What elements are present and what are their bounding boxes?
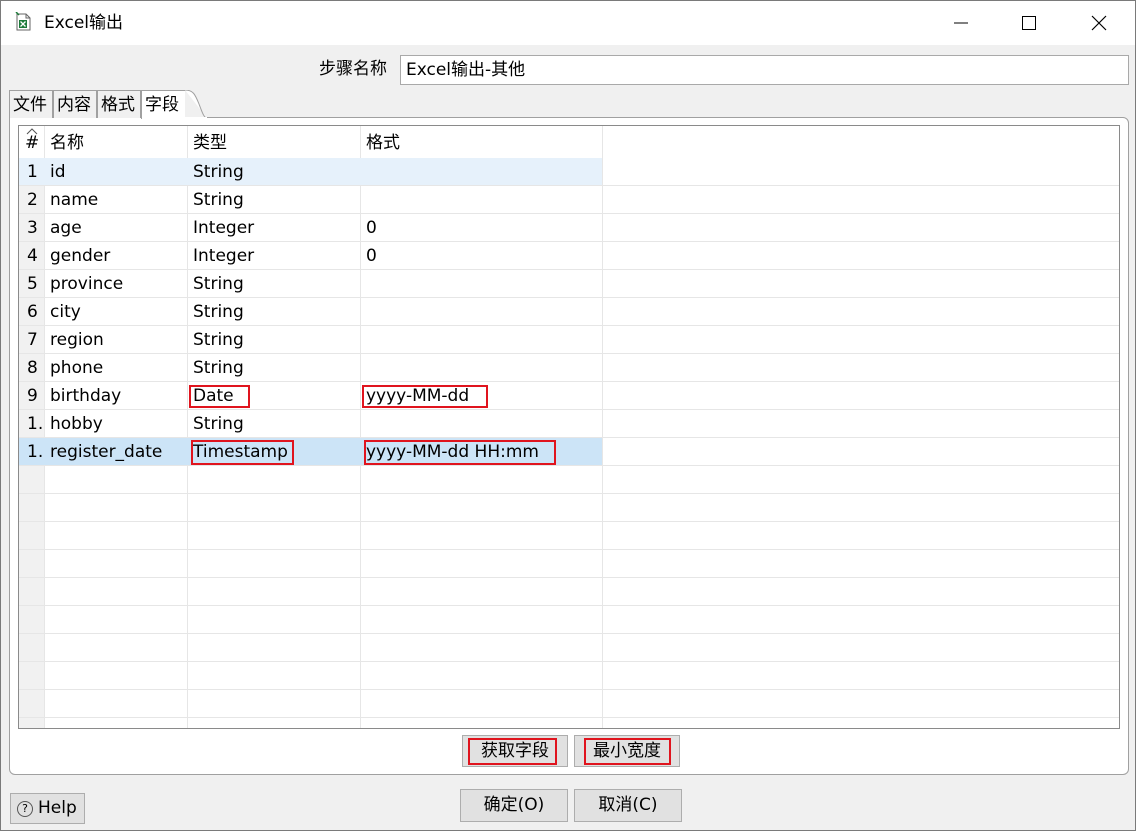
cell-name[interactable]: gender [50, 242, 110, 269]
cell-type[interactable]: Integer [193, 214, 254, 241]
close-button[interactable] [1064, 1, 1134, 45]
empty-row [19, 522, 1119, 550]
help-icon: ? [17, 801, 33, 817]
maximize-icon [1022, 16, 1036, 30]
cell-type[interactable]: String [193, 410, 244, 437]
row-number: 1 [27, 162, 38, 182]
cell-name[interactable]: hobby [50, 410, 103, 437]
cell-name[interactable]: phone [50, 354, 103, 381]
cell-format[interactable]: 0 [366, 214, 377, 241]
cell-name[interactable]: name [50, 186, 98, 213]
empty-row [19, 606, 1119, 634]
row-number: 1. [27, 442, 44, 462]
table-row[interactable]: 8 phone String [19, 354, 1119, 382]
help-label: Help [38, 798, 77, 818]
highlight-box [584, 738, 671, 765]
table-row[interactable]: 6 city String [19, 298, 1119, 326]
table-row[interactable]: 3 age Integer 0 [19, 214, 1119, 242]
table-row[interactable]: 7 region String [19, 326, 1119, 354]
highlight-box [362, 385, 488, 408]
fields-table[interactable]: # 名称 类型 格式 1 id String 2 name String 3 a… [18, 125, 1120, 729]
row-number: 2 [27, 190, 38, 210]
cell-name[interactable]: province [50, 270, 123, 297]
tab-content[interactable]: 内容 [53, 90, 97, 118]
tab-curve [185, 90, 207, 119]
cell-name[interactable]: birthday [50, 382, 121, 409]
empty-row [19, 494, 1119, 522]
cell-format[interactable]: 0 [366, 242, 377, 269]
table-row[interactable]: 4 gender Integer 0 [19, 242, 1119, 270]
tab-content-label: 内容 [57, 95, 91, 115]
tab-file[interactable]: 文件 [9, 90, 53, 118]
empty-row [19, 466, 1119, 494]
cell-type[interactable]: String [193, 186, 244, 213]
help-button[interactable]: ? Help [10, 793, 85, 824]
cancel-label: 取消(C) [598, 795, 658, 815]
empty-row [19, 690, 1119, 718]
cell-type[interactable]: String [193, 298, 244, 325]
header-type[interactable]: 类型 [193, 126, 227, 158]
row-number: 1. [27, 414, 44, 434]
cell-type[interactable]: Integer [193, 242, 254, 269]
table-row[interactable]: 1 id String [19, 158, 1119, 186]
header-num-label: # [25, 133, 40, 153]
row-number: 9 [27, 386, 38, 406]
minimize-icon [954, 22, 968, 24]
cell-type[interactable]: String [193, 270, 244, 297]
maximize-button[interactable] [994, 1, 1064, 45]
cell-name[interactable]: region [50, 326, 104, 353]
step-name-label: 步骤名称 [319, 59, 387, 79]
highlight-box [468, 738, 557, 765]
ok-button[interactable]: 确定(O) [460, 789, 568, 822]
ok-label: 确定(O) [483, 795, 545, 815]
row-number: 7 [27, 330, 38, 350]
dialog-window: Excel输出 步骤名称 Excel输出-其他 文件 内容 格式 字段 # 名称… [0, 0, 1136, 831]
cell-name[interactable]: id [50, 158, 66, 185]
row-number: 4 [27, 246, 38, 266]
cell-name[interactable]: age [50, 214, 82, 241]
cell-type[interactable]: String [193, 326, 244, 353]
window-title: Excel输出 [44, 13, 124, 33]
tab-format-label: 格式 [101, 95, 135, 115]
cell-name[interactable]: register_date [50, 438, 162, 465]
tab-format[interactable]: 格式 [97, 90, 141, 118]
cell-type[interactable]: String [193, 354, 244, 381]
table-row[interactable]: 2 name String [19, 186, 1119, 214]
row-number: 3 [27, 218, 38, 238]
tab-fields[interactable]: 字段 [141, 90, 185, 119]
cancel-button[interactable]: 取消(C) [574, 789, 682, 822]
table-row[interactable]: 9 birthday Date yyyy-MM-dd [19, 382, 1119, 410]
row-number: 8 [27, 358, 38, 378]
header-type-label: 类型 [193, 133, 227, 153]
highlight-box [364, 440, 556, 465]
empty-row [19, 550, 1119, 578]
tab-file-label: 文件 [13, 95, 47, 115]
highlight-box [191, 440, 294, 465]
header-name-label: 名称 [50, 133, 84, 153]
sort-up-icon [26, 128, 38, 135]
cell-type[interactable]: String [193, 158, 244, 185]
row-number: 6 [27, 302, 38, 322]
empty-row [19, 662, 1119, 690]
excel-file-icon [15, 12, 31, 31]
table-row[interactable]: 1. hobby String [19, 410, 1119, 438]
header-format-label: 格式 [366, 133, 400, 153]
tab-fields-label: 字段 [145, 95, 179, 115]
empty-row [19, 578, 1119, 606]
header-name[interactable]: 名称 [50, 126, 84, 158]
table-row-selected[interactable]: 1. register_date Timestamp yyyy-MM-dd HH… [19, 438, 1119, 466]
highlight-box [189, 385, 250, 408]
table-row[interactable]: 5 province String [19, 270, 1119, 298]
row-number: 5 [27, 274, 38, 294]
close-icon [1091, 15, 1107, 31]
minimize-button[interactable] [926, 1, 996, 45]
step-name-input[interactable]: Excel输出-其他 [400, 55, 1129, 85]
cell-name[interactable]: city [50, 298, 81, 325]
title-bar: Excel输出 [1, 1, 1135, 45]
header-format[interactable]: 格式 [366, 126, 400, 158]
empty-row [19, 634, 1119, 662]
